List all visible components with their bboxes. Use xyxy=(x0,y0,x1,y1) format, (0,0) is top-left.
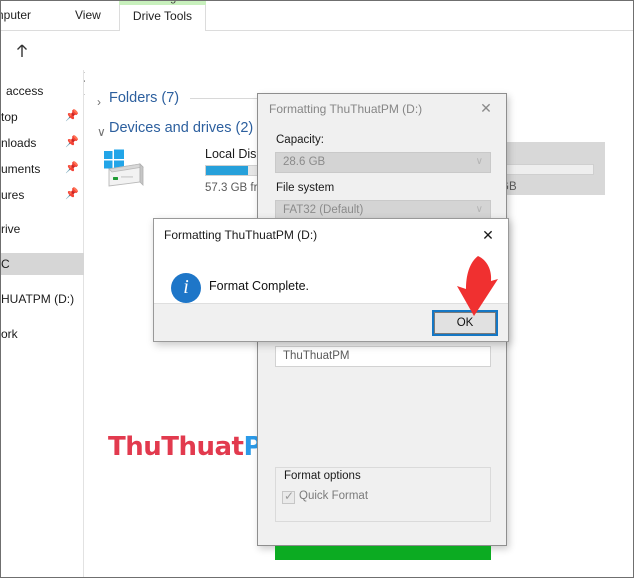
ribbon-tab-bar: Manage omputer View Drive Tools xyxy=(1,1,633,31)
sidebar-item-thuthuatpm-d[interactable]: HUATPM (D:) xyxy=(1,288,84,310)
chevron-down-icon: ∨ xyxy=(475,204,483,215)
sidebar-item-label: nloads xyxy=(1,136,37,150)
close-icon[interactable]: ✕ xyxy=(466,94,506,123)
red-arrow-annotation xyxy=(447,254,499,326)
file-explorer-window: Manage omputer View Drive Tools › This P… xyxy=(0,0,634,578)
sidebar-item-pictures[interactable]: ures 📌 xyxy=(1,184,84,206)
format-dialog-titlebar[interactable]: Formatting ThuThuatPM (D:) ✕ xyxy=(258,94,506,124)
pin-icon[interactable]: 📌 xyxy=(65,137,79,148)
windows-drive-icon xyxy=(99,148,147,195)
sidebar-item-label: access xyxy=(6,84,44,98)
watermark-part-1: ThuThuat xyxy=(108,432,244,462)
sidebar-item-this-pc[interactable]: C xyxy=(1,253,84,275)
group-header-folders[interactable]: Folders (7) xyxy=(109,90,179,106)
sidebar-item-label: top xyxy=(1,110,18,124)
address-bar-row: › This PC › ∨ ↻ Search This PC xyxy=(1,32,633,95)
sidebar-item-label: HUATPM (D:) xyxy=(1,292,75,306)
capacity-select[interactable]: 28.6 GB ∨ xyxy=(275,152,491,173)
tab-drive-tools[interactable]: Drive Tools xyxy=(119,5,206,31)
group-header-devices-and-drives[interactable]: Devices and drives (2) xyxy=(109,120,253,136)
info-icon: i xyxy=(171,273,201,303)
check-icon: ✓ xyxy=(284,489,295,503)
file-system-label: File system xyxy=(276,182,335,194)
navigation-pane: access top 📌 nloads 📌 uments 📌 ures 📌 ri… xyxy=(1,70,84,577)
quick-format-checkbox[interactable]: ✓ xyxy=(282,489,295,504)
tab-computer[interactable]: omputer xyxy=(1,8,31,22)
sidebar-item-documents[interactable]: uments 📌 xyxy=(1,158,84,180)
sidebar-item-quick-access[interactable]: access xyxy=(1,80,84,102)
sidebar-item-downloads[interactable]: nloads 📌 xyxy=(1,132,84,154)
message-box-text: Format Complete. xyxy=(209,279,310,293)
sidebar-item-label: ures xyxy=(1,188,25,202)
quick-format-label[interactable]: Quick Format xyxy=(299,490,368,502)
chevron-down-icon[interactable]: ∨ xyxy=(97,125,106,139)
capacity-value: 28.6 GB xyxy=(283,156,326,168)
sidebar-item-label: C xyxy=(1,257,10,271)
drive-capacity-fill xyxy=(206,166,248,175)
drive-capacity-bar xyxy=(499,164,594,175)
sidebar-item-label: ork xyxy=(1,327,18,341)
format-progress-bar xyxy=(275,546,491,560)
sidebar-item-label: uments xyxy=(1,162,41,176)
close-icon[interactable]: ✕ xyxy=(468,219,508,251)
chevron-right-icon[interactable]: › xyxy=(97,95,101,109)
chevron-down-icon: ∨ xyxy=(475,156,483,167)
format-dialog-title: Formatting ThuThuatPM (D:) xyxy=(269,102,423,116)
volume-label-input[interactable]: ThuThuatPM xyxy=(275,346,491,367)
message-box-title: Formatting ThuThuatPM (D:) xyxy=(164,228,318,242)
volume-label-value: ThuThuatPM xyxy=(283,350,350,362)
format-options-label: Format options xyxy=(280,470,365,482)
file-system-value: FAT32 (Default) xyxy=(283,204,364,216)
format-progress-fill xyxy=(275,546,491,560)
capacity-label: Capacity: xyxy=(276,134,324,146)
message-box-titlebar[interactable]: Formatting ThuThuatPM (D:) ✕ xyxy=(154,219,508,252)
pin-icon[interactable]: 📌 xyxy=(65,189,79,200)
info-icon-glyph: i xyxy=(183,276,189,298)
pin-icon[interactable]: 📌 xyxy=(65,163,79,174)
up-arrow-icon[interactable] xyxy=(12,41,32,61)
sidebar-item-onedrive[interactable]: rive xyxy=(1,218,84,240)
pin-icon[interactable]: 📌 xyxy=(65,111,79,122)
sidebar-item-network[interactable]: ork xyxy=(1,323,84,345)
sidebar-item-label: rive xyxy=(1,222,21,236)
tab-view[interactable]: View xyxy=(75,8,101,22)
sidebar-item-desktop[interactable]: top 📌 xyxy=(1,106,84,128)
